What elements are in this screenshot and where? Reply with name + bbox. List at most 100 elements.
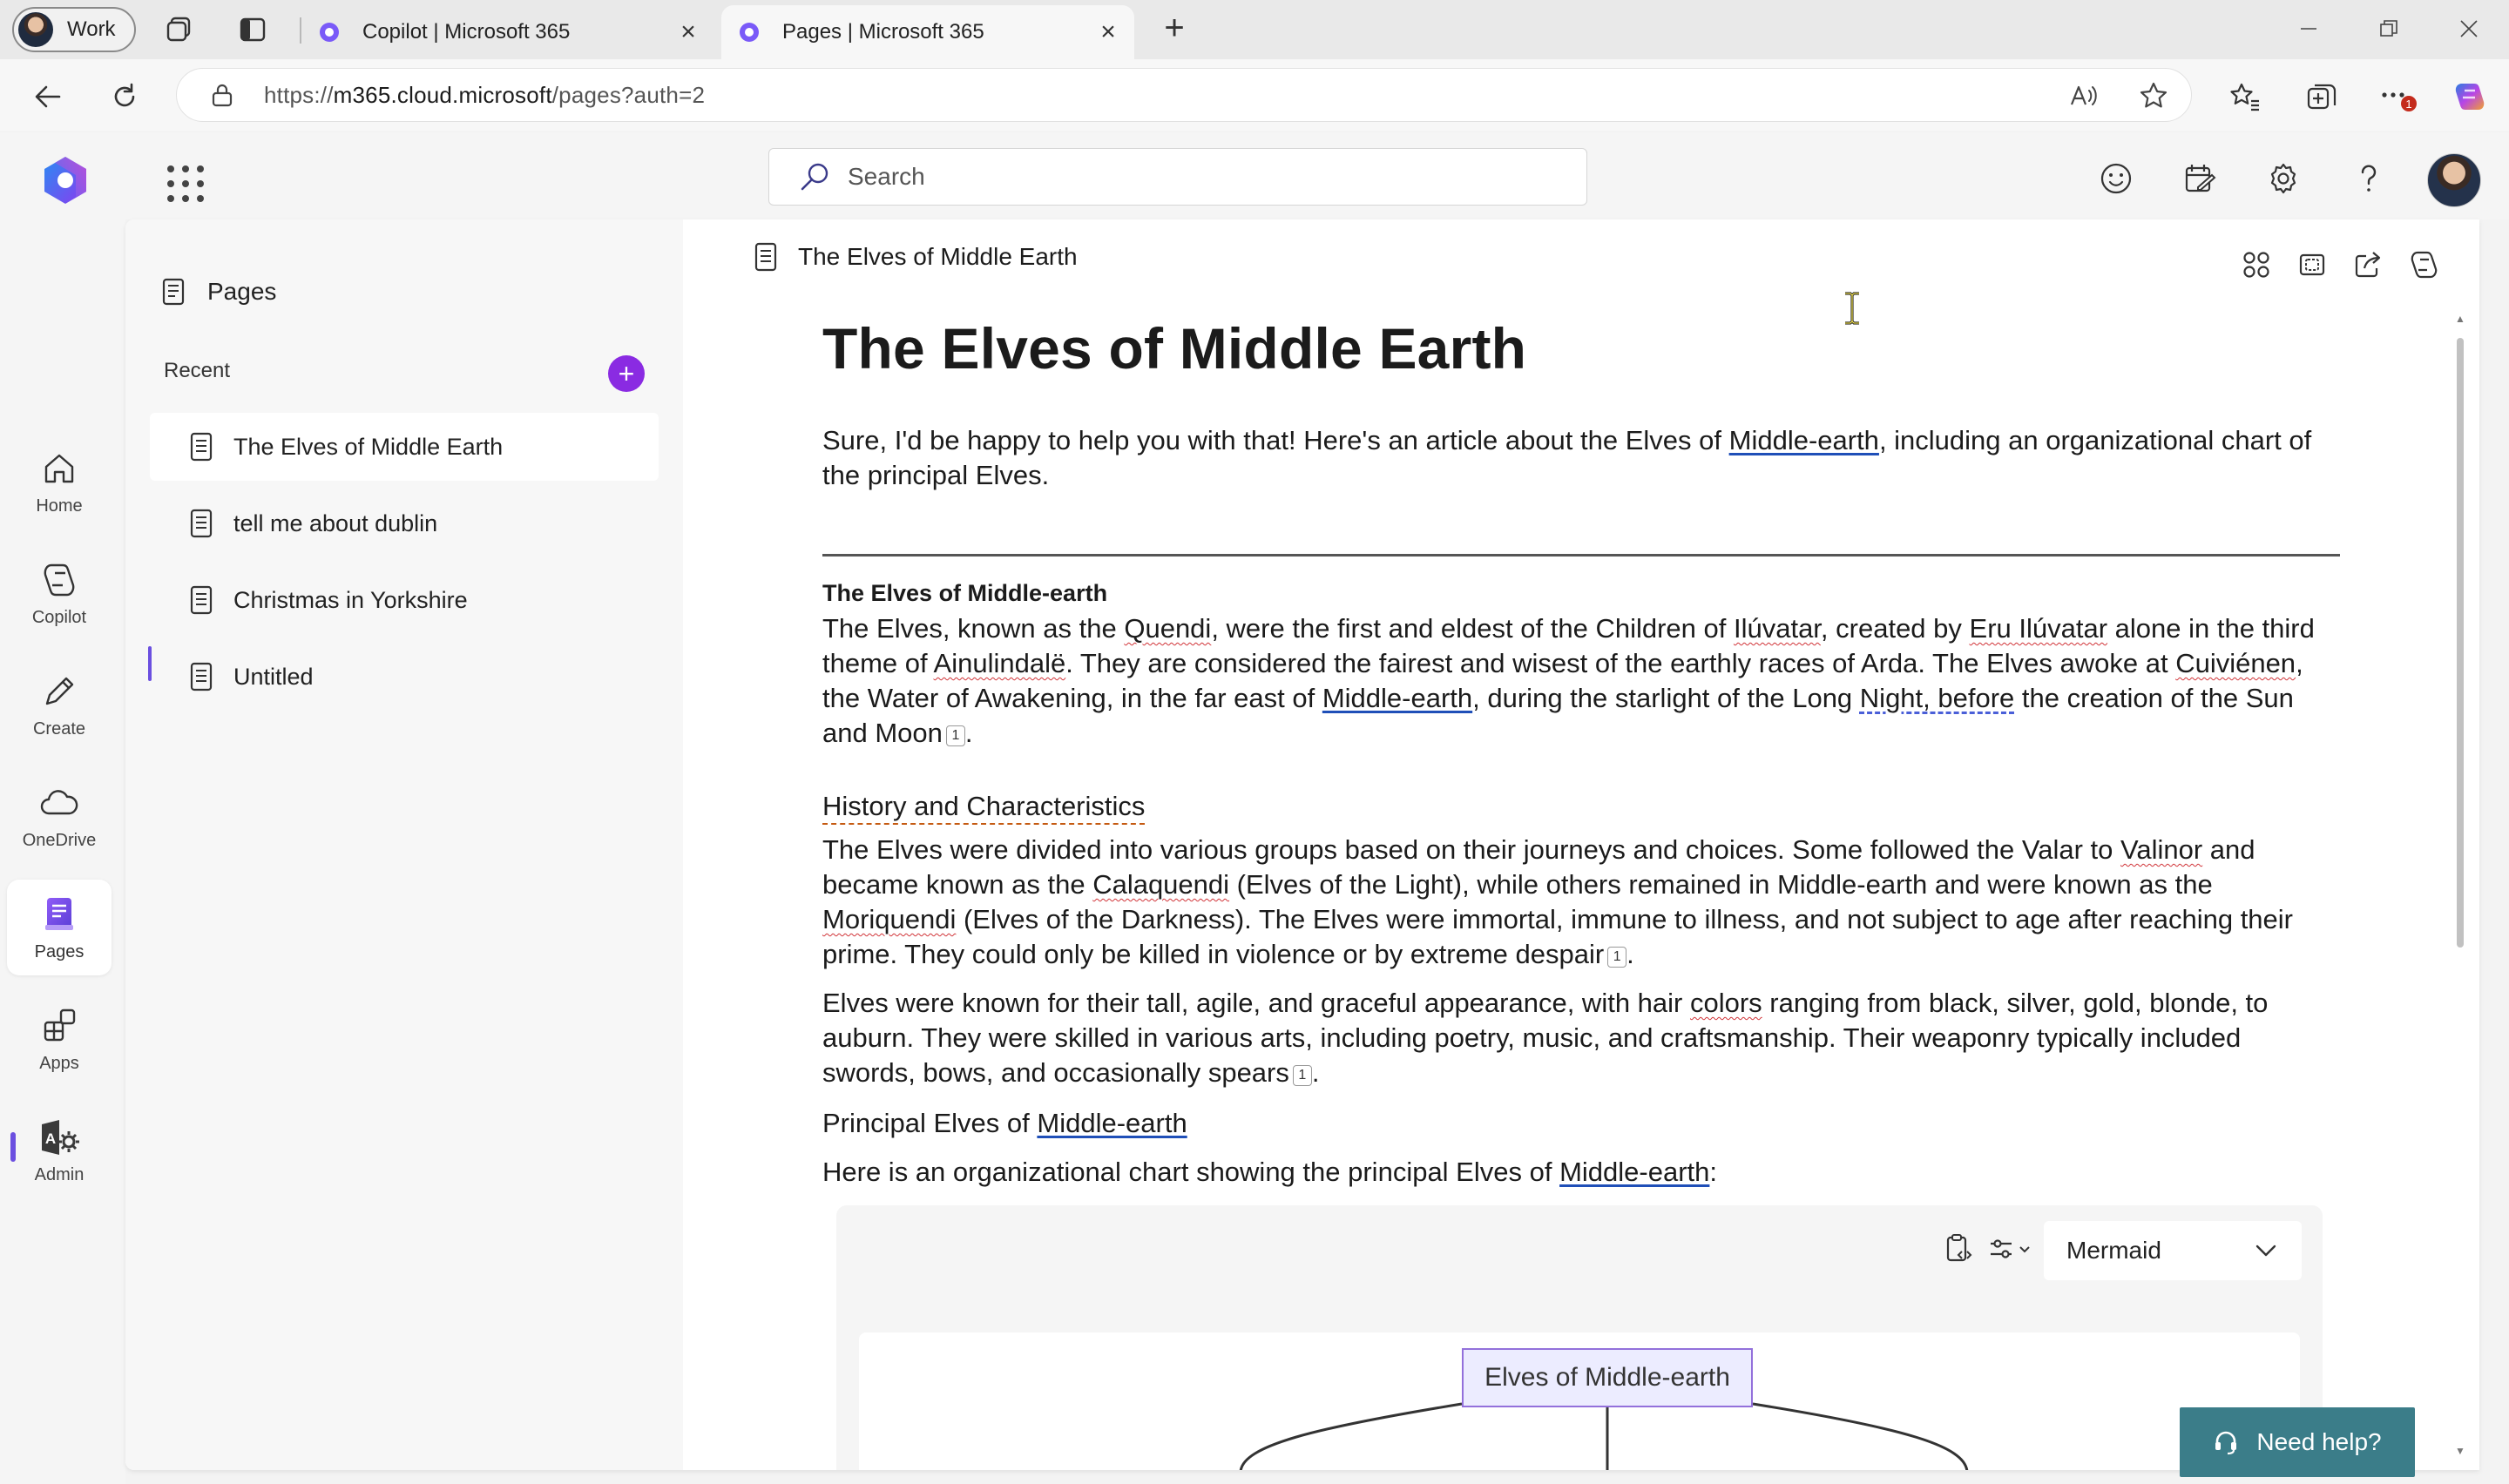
citation-badge[interactable]: 1	[1292, 1065, 1312, 1086]
rail-label: Copilot	[31, 607, 87, 627]
browser-toolbar: https://m365.cloud.microsoft/pages?auth=…	[0, 59, 2509, 131]
apps-grid-icon	[38, 1005, 80, 1047]
rail-item-home[interactable]: Home	[7, 434, 112, 530]
copilot-page-icon[interactable]	[2406, 247, 2441, 282]
paragraph-history[interactable]: The Elves were divided into various grou…	[822, 833, 2340, 972]
paragraph-intro-elves[interactable]: The Elves, known as the Quendi, were the…	[822, 611, 2340, 751]
page-heading[interactable]: The Elves of Middle Earth	[822, 315, 2340, 381]
intro-paragraph[interactable]: Sure, I'd be happy to help you with that…	[822, 423, 2340, 493]
search-box[interactable]	[768, 148, 1587, 206]
scroll-up-arrow[interactable]: ▲	[2453, 312, 2467, 326]
document-body[interactable]: The Elves of Middle Earth Sure, I'd be h…	[822, 315, 2340, 1187]
focus-mode-icon[interactable]	[2295, 247, 2330, 282]
pages-panel: Pages Recent + The Elves of Middle Earth…	[125, 219, 683, 1470]
vertical-tabs-icon[interactable]	[237, 14, 268, 45]
more-options-icon[interactable]: 1	[2377, 75, 2420, 118]
middle-earth-link[interactable]: Middle-earth	[1037, 1108, 1187, 1138]
middle-earth-link[interactable]: Middle-earth	[1729, 425, 1879, 455]
rail-item-copilot[interactable]: Copilot	[7, 545, 112, 641]
chevron-down-icon	[2255, 1245, 2276, 1257]
rail-item-pages[interactable]: Pages	[7, 880, 112, 975]
close-tab-icon[interactable]: ×	[671, 15, 706, 50]
help-question-icon[interactable]	[2349, 159, 2389, 199]
share-icon[interactable]	[2350, 247, 2385, 282]
scroll-down-arrow[interactable]: ▼	[2453, 1444, 2467, 1458]
middle-earth-link[interactable]: Middle-earth	[1559, 1157, 1709, 1187]
svg-text:1: 1	[2405, 98, 2411, 111]
favorites-icon[interactable]	[2223, 75, 2267, 118]
editor-breadcrumb: The Elves of Middle Earth	[753, 242, 1078, 272]
rail-label: Home	[36, 496, 83, 516]
page-item[interactable]: Christmas in Yorkshire	[150, 566, 659, 634]
headset-icon	[2215, 1431, 2237, 1455]
m365-logo[interactable]	[38, 153, 92, 207]
rail-label: OneDrive	[22, 830, 97, 850]
middle-earth-link[interactable]: Middle-earth	[1322, 683, 1472, 713]
browser-tab-strip: Work Copilot | Microsoft 365 × Pages | M…	[0, 0, 2509, 59]
favorite-star-icon[interactable]	[2135, 78, 2172, 114]
rail-item-apps[interactable]: Apps	[7, 991, 112, 1087]
mermaid-code-block: Mermaid Elves of Middle-earth	[836, 1205, 2323, 1470]
copy-code-icon[interactable]	[1941, 1231, 1976, 1266]
editor-scrollbar[interactable]: ▲ ▼	[2453, 312, 2467, 1458]
principal-elves-heading[interactable]: Principal Elves of Middle-earth	[822, 1106, 2340, 1141]
history-heading[interactable]: History and Characteristics	[822, 791, 1146, 825]
org-chart-intro[interactable]: Here is an organizational chart showing …	[822, 1155, 2340, 1190]
mermaid-diagram: Elves of Middle-earth	[859, 1332, 2300, 1470]
rail-item-onedrive[interactable]: OneDrive	[7, 768, 112, 864]
collections-icon[interactable]	[2300, 75, 2343, 118]
address-bar[interactable]: https://m365.cloud.microsoft/pages?auth=…	[176, 68, 2192, 122]
page-item[interactable]: Untitled	[150, 643, 659, 711]
view-options-icon[interactable]	[1986, 1231, 2035, 1266]
m365-favicon	[740, 23, 759, 42]
page-item[interactable]: tell me about dublin	[150, 489, 659, 557]
search-input[interactable]	[848, 163, 1545, 191]
app-header	[0, 132, 2509, 219]
read-aloud-icon[interactable]	[2066, 78, 2102, 114]
minimize-button[interactable]	[2274, 7, 2343, 51]
back-button[interactable]	[26, 75, 70, 118]
copilot-icon	[38, 559, 80, 601]
tab-pages[interactable]: Pages | Microsoft 365 ×	[721, 5, 1134, 59]
profile-label: Work	[67, 17, 116, 41]
tab-title: Pages | Microsoft 365	[782, 20, 984, 44]
add-page-button[interactable]: +	[608, 355, 645, 392]
language-dropdown[interactable]: Mermaid	[2044, 1221, 2302, 1280]
refresh-button[interactable]	[103, 75, 146, 118]
url-text[interactable]: https://m365.cloud.microsoft/pages?auth=…	[264, 82, 705, 109]
document-icon	[754, 242, 777, 272]
copilot-browser-icon[interactable]	[2448, 75, 2492, 118]
page-item[interactable]: The Elves of Middle Earth	[150, 413, 659, 481]
settings-gear-icon[interactable]	[2263, 159, 2303, 199]
page-item-label: The Elves of Middle Earth	[233, 433, 504, 460]
app-launcher-icon[interactable]	[162, 160, 206, 204]
paragraph-appearance[interactable]: Elves were known for their tall, agile, …	[822, 986, 2340, 1090]
diagram-node-root[interactable]: Elves of Middle-earth	[1462, 1348, 1753, 1407]
profile-button[interactable]: Work	[12, 7, 136, 52]
editor-toolbar: The Elves of Middle Earth	[683, 219, 2479, 303]
left-app-rail: Home Copilot Create OneDrive Pages Apps …	[0, 219, 125, 1484]
section-heading[interactable]: The Elves of Middle-earth	[822, 580, 1107, 607]
whats-new-icon[interactable]	[2180, 159, 2220, 199]
restore-button[interactable]	[2354, 7, 2424, 51]
user-avatar[interactable]	[2427, 153, 2481, 207]
citation-badge[interactable]: 1	[945, 725, 965, 746]
workspaces-icon[interactable]	[164, 14, 195, 45]
page-item-label: Untitled	[233, 663, 314, 690]
lock-icon[interactable]	[205, 78, 240, 112]
close-window-button[interactable]	[2434, 7, 2504, 51]
rail-item-admin[interactable]: A Admin	[7, 1103, 112, 1198]
new-tab-button[interactable]: +	[1155, 10, 1194, 49]
page-item-label: tell me about dublin	[233, 509, 438, 536]
scrollbar-thumb[interactable]	[2457, 338, 2464, 948]
citation-badge[interactable]: 1	[1607, 947, 1627, 968]
loop-components-icon[interactable]	[2239, 247, 2274, 282]
rail-item-create[interactable]: Create	[7, 657, 112, 752]
feedback-smiley-icon[interactable]	[2096, 159, 2136, 199]
tab-copilot[interactable]: Copilot | Microsoft 365 ×	[301, 5, 714, 59]
create-pen-icon	[38, 671, 80, 712]
document-icon	[190, 432, 213, 462]
home-icon	[38, 448, 80, 489]
need-help-button[interactable]: Need help?	[2180, 1407, 2415, 1477]
close-tab-icon[interactable]: ×	[1091, 15, 1126, 50]
